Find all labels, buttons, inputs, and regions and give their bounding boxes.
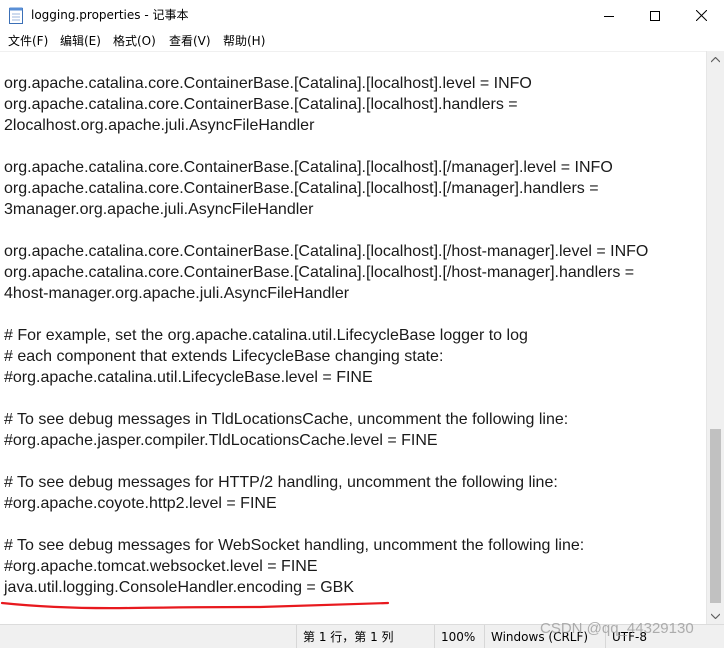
editor-line: #org.apache.coyote.http2.level = FINE (4, 495, 277, 512)
editor-line: org.apache.catalina.core.ContainerBase.[… (4, 96, 518, 113)
minimize-icon (604, 15, 614, 17)
menu-help[interactable]: 帮助(H) (223, 33, 265, 49)
editor-line: # To see debug messages for HTTP/2 handl… (4, 474, 558, 491)
menu-bar: 文件(F) 编辑(E) 格式(O) 查看(V) 帮助(H) (0, 31, 724, 51)
editor-line: #org.apache.tomcat.websocket.level = FIN… (4, 558, 318, 575)
zoom-level: 100% (434, 625, 484, 648)
editor-line: org.apache.catalina.core.ContainerBase.[… (4, 159, 613, 176)
window-title: logging.properties - 记事本 (31, 8, 189, 22)
cursor-position: 第 1 行，第 1 列 (296, 625, 439, 648)
maximize-button[interactable] (632, 0, 678, 31)
scroll-up-button[interactable] (707, 51, 724, 68)
editor-line: 4host-manager.org.apache.juli.AsyncFileH… (4, 285, 350, 302)
menu-view[interactable]: 查看(V) (169, 33, 211, 49)
close-button[interactable] (678, 0, 724, 31)
text-editor[interactable]: org.apache.catalina.core.ContainerBase.[… (0, 51, 706, 625)
editor-line: org.apache.catalina.core.ContainerBase.[… (4, 264, 635, 281)
menu-edit[interactable]: 编辑(E) (60, 33, 101, 49)
notepad-app-icon (9, 7, 23, 24)
editor-line: org.apache.catalina.core.ContainerBase.[… (4, 243, 649, 260)
menu-file[interactable]: 文件(F) (8, 33, 48, 49)
editor-line: # To see debug messages in TldLocationsC… (4, 411, 569, 428)
editor-line: 3manager.org.apache.juli.AsyncFileHandle… (4, 201, 314, 218)
editor-line: # For example, set the org.apache.catali… (4, 327, 528, 344)
vertical-scrollbar[interactable] (706, 51, 724, 624)
maximize-icon (650, 10, 660, 21)
editor-line: #org.apache.catalina.util.LifecycleBase.… (4, 369, 373, 386)
title-bar[interactable]: logging.properties - 记事本 (0, 0, 724, 31)
menu-format[interactable]: 格式(O) (113, 33, 156, 49)
editor-line: 2localhost.org.apache.juli.AsyncFileHand… (4, 117, 315, 134)
watermark: CSDN @qq_44329130 (540, 620, 694, 637)
editor-line: org.apache.catalina.core.ContainerBase.[… (4, 75, 532, 92)
editor-line: # each component that extends LifecycleB… (4, 348, 444, 365)
notepad-window: logging.properties - 记事本 文件(F) 编辑(E) 格式(… (0, 0, 724, 648)
chevron-down-icon (711, 613, 720, 619)
scroll-down-button[interactable] (707, 607, 724, 624)
minimize-button[interactable] (586, 0, 632, 31)
red-underline-annotation (0, 601, 390, 610)
scrollbar-thumb[interactable] (710, 429, 721, 603)
close-icon (695, 10, 707, 21)
chevron-up-icon (711, 56, 720, 62)
editor-line: org.apache.catalina.core.ContainerBase.[… (4, 180, 599, 197)
editor-line: # To see debug messages for WebSocket ha… (4, 537, 585, 554)
editor-line-highlighted: java.util.logging.ConsoleHandler.encodin… (4, 579, 355, 596)
editor-line: #org.apache.jasper.compiler.TldLocations… (4, 432, 438, 449)
